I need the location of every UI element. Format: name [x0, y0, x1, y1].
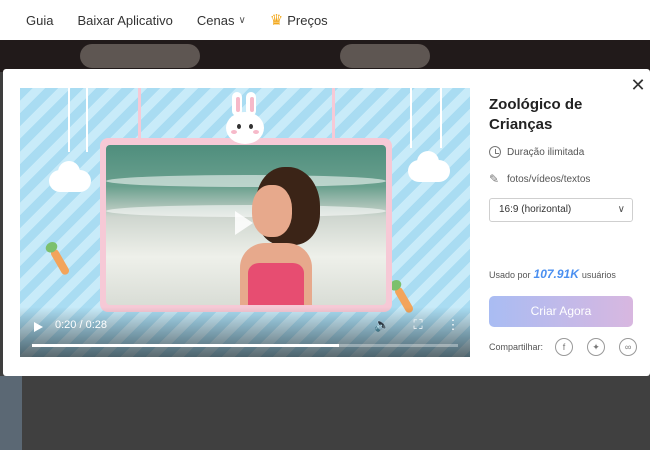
bunny-cheek — [231, 130, 237, 134]
cloud-icon — [408, 151, 450, 182]
video-player[interactable]: 0:20 / 0:28 🔈 ⛶ ⋮ — [20, 88, 470, 357]
video-controls: 0:20 / 0:28 🔈 ⛶ ⋮ — [20, 307, 470, 357]
frame-string — [332, 88, 335, 138]
bunny-ear — [232, 92, 242, 116]
nav-baixar-label: Baixar Aplicativo — [77, 12, 173, 28]
bunny-eye — [237, 124, 241, 129]
clock-icon — [489, 146, 501, 158]
chevron-down-icon: ∨ — [238, 14, 246, 26]
usage-number: 107.91K — [533, 267, 579, 281]
hanging-string — [86, 88, 88, 152]
template-title: Zoológico de Crianças — [489, 96, 583, 133]
link-icon[interactable]: ∞ — [619, 338, 638, 356]
create-now-button[interactable]: Criar Agora — [489, 296, 633, 327]
duration-label: Duração ilimitada — [507, 146, 585, 158]
play-overlay-icon[interactable] — [235, 211, 253, 235]
crown-icon: ♛ — [269, 12, 284, 29]
aspect-ratio-select[interactable]: 16:9 (horizontal) ∨ — [489, 198, 633, 222]
carrot-icon — [49, 247, 71, 277]
nav-cenas-label: Cenas — [196, 12, 235, 28]
fullscreen-icon[interactable]: ⛶ — [410, 317, 426, 333]
girl-face — [252, 185, 292, 237]
twitter-icon[interactable]: ✦ — [587, 338, 606, 356]
bunny-eye — [249, 124, 253, 129]
duration-info: Duração ilimitada — [489, 146, 584, 158]
nav-precos[interactable]: ♛ Preços — [270, 11, 328, 29]
video-time: 0:20 / 0:28 — [55, 319, 107, 331]
nav-guia-label: Guia — [26, 12, 54, 28]
share-row: Compartilhar: f ✦ ∞ — [489, 338, 638, 356]
usage-suffix: usuários — [581, 270, 616, 280]
chevron-down-icon: ∨ — [617, 204, 625, 215]
bunny-icon — [226, 92, 264, 144]
nav-cenas[interactable]: Cenas ∨ — [197, 13, 246, 28]
nav-baixar-aplicativo[interactable]: Baixar Aplicativo — [77, 13, 172, 28]
video-progress-fill — [32, 344, 339, 347]
more-options-icon[interactable]: ⋮ — [445, 317, 461, 333]
girl-swimsuit — [248, 263, 304, 305]
media-info: ✎ fotos/vídeos/textos — [489, 172, 590, 186]
top-navigation: Guia Baixar Aplicativo Cenas ∨ ♛ Preços — [0, 0, 650, 40]
bunny-ear — [246, 92, 256, 116]
usage-prefix: Usado por — [489, 270, 531, 280]
nav-guia[interactable]: Guia — [26, 13, 53, 28]
pen-icon: ✎ — [489, 172, 500, 186]
usage-count: Usado por 107.91K usuários — [489, 267, 616, 281]
hanging-string — [68, 88, 70, 152]
hanging-string — [440, 88, 442, 148]
nav-precos-label: Preços — [287, 12, 328, 28]
hanging-string — [410, 88, 412, 148]
video-progress-bar[interactable] — [32, 344, 458, 347]
close-icon[interactable]: ✕ — [629, 76, 647, 94]
media-label: fotos/vídeos/textos — [507, 173, 591, 185]
aspect-ratio-value: 16:9 (horizontal) — [499, 204, 572, 215]
bunny-cheek — [253, 130, 259, 134]
facebook-icon[interactable]: f — [555, 338, 574, 356]
play-icon[interactable] — [34, 322, 43, 332]
share-label: Compartilhar: — [489, 342, 544, 352]
wave-decoration — [106, 175, 386, 187]
volume-icon[interactable]: 🔈 — [374, 317, 390, 333]
cloud-icon — [49, 161, 91, 192]
frame-string — [138, 88, 141, 138]
template-preview-modal: ✕ 0:20 / 0:28 🔈 ⛶ ⋮ Zoológico de Criança… — [3, 69, 650, 376]
